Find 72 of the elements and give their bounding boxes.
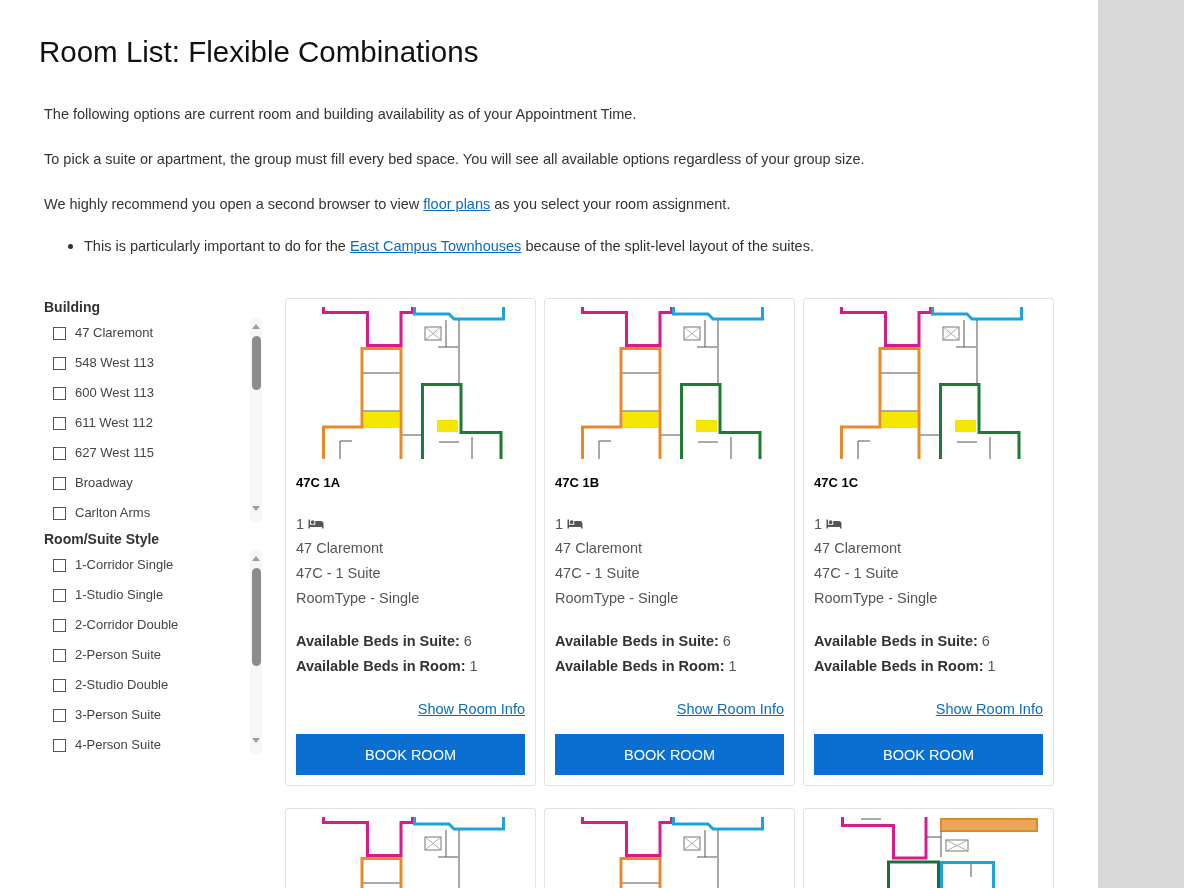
checkbox[interactable] bbox=[53, 558, 66, 572]
room-title: 47C 1B bbox=[555, 474, 600, 492]
show-room-info-link[interactable]: Show Room Info bbox=[935, 699, 1043, 719]
checkbox[interactable] bbox=[53, 708, 66, 722]
checkbox[interactable] bbox=[53, 326, 66, 340]
room-type: RoomType - Single bbox=[814, 589, 938, 608]
filter-option-label[interactable]: 4-Person Suite bbox=[75, 737, 161, 753]
building-name: 47 Claremont bbox=[296, 539, 384, 558]
filter-option-label[interactable]: 1-Studio Single bbox=[75, 587, 164, 603]
show-room-info-link[interactable]: Show Room Info bbox=[417, 699, 525, 719]
checkbox[interactable] bbox=[53, 588, 66, 602]
book-room-button[interactable]: BOOK ROOM bbox=[555, 734, 784, 775]
suite-name: 47C - 1 Suite bbox=[296, 564, 381, 583]
filter-option-label[interactable]: 47 Claremont bbox=[75, 325, 154, 341]
intro-paragraph: To pick a suite or apartment, the group must fill every bed space. You will see all available options regardless of your group size. bbox=[44, 150, 865, 169]
bullet-text: This is particularly important to do for the East Campus Townhouses because of the split-level layout of the suites. bbox=[84, 237, 814, 256]
checkbox[interactable] bbox=[53, 678, 66, 692]
book-room-button[interactable]: BOOK ROOM bbox=[814, 734, 1043, 775]
checkbox[interactable] bbox=[53, 416, 66, 430]
checkbox[interactable] bbox=[53, 648, 66, 662]
filter-option-label[interactable]: 611 West 112 bbox=[75, 415, 154, 431]
room-title: 47C 1A bbox=[296, 474, 341, 492]
scrollbar-track[interactable] bbox=[250, 318, 262, 522]
suite-name: 47C - 1 Suite bbox=[814, 564, 899, 583]
room-title: 47C 1C bbox=[814, 474, 859, 492]
bed-icon bbox=[308, 517, 325, 530]
filter-heading: Building bbox=[44, 298, 100, 316]
checkbox[interactable] bbox=[53, 446, 66, 460]
filter-option-label[interactable]: 1-Corridor Single bbox=[75, 557, 174, 573]
filter-option-label[interactable]: 3-Person Suite bbox=[75, 707, 161, 723]
available-beds-text: Available Beds in Room: 1 bbox=[814, 657, 996, 676]
building-name: 47 Claremont bbox=[814, 539, 902, 558]
checkbox[interactable] bbox=[53, 738, 66, 752]
page-title: Room List: Flexible Combinations bbox=[39, 34, 479, 70]
available-beds-text: Available Beds in Suite: 6 bbox=[296, 632, 472, 651]
checkbox[interactable] bbox=[53, 386, 66, 400]
bed-count: 1 bbox=[814, 514, 823, 534]
book-room-button[interactable]: BOOK ROOM bbox=[296, 734, 525, 775]
bed-count: 1 bbox=[296, 514, 305, 534]
checkbox[interactable] bbox=[53, 476, 66, 490]
filter-option-label[interactable]: 627 West 115 bbox=[75, 445, 154, 461]
filter-option-label[interactable]: 2-Studio Double bbox=[75, 677, 169, 693]
show-room-info-link[interactable]: Show Room Info bbox=[676, 699, 784, 719]
inline-link[interactable]: floor plans bbox=[423, 196, 491, 212]
filter-option-label[interactable]: 2-Corridor Double bbox=[75, 617, 179, 633]
filter-option-label[interactable]: 548 West 113 bbox=[75, 355, 154, 371]
bed-icon bbox=[826, 517, 843, 530]
building-name: 47 Claremont bbox=[555, 539, 643, 558]
scrollbar-thumb[interactable] bbox=[251, 568, 261, 666]
bed-count: 1 bbox=[555, 514, 564, 534]
filter-option-label[interactable]: 600 West 113 bbox=[75, 385, 154, 401]
intro-paragraph: We highly recommend you open a second browser to view floor plans as you select your room assignment. bbox=[44, 195, 731, 214]
scrollbar-track[interactable] bbox=[250, 550, 262, 754]
suite-name: 47C - 1 Suite bbox=[555, 564, 640, 583]
available-beds-text: Available Beds in Suite: 6 bbox=[555, 632, 731, 651]
checkbox[interactable] bbox=[53, 618, 66, 632]
bed-icon bbox=[567, 517, 584, 530]
available-beds-text: Available Beds in Room: 1 bbox=[555, 657, 737, 676]
room-type: RoomType - Single bbox=[296, 589, 420, 608]
filter-option-label[interactable]: Broadway bbox=[75, 475, 133, 491]
inline-link[interactable]: East Campus Townhouses bbox=[349, 238, 522, 254]
filter-option-label[interactable]: Carlton Arms bbox=[75, 505, 151, 521]
bullet-icon bbox=[68, 243, 73, 249]
room-type: RoomType - Single bbox=[555, 589, 679, 608]
filter-heading: Room/Suite Style bbox=[44, 530, 160, 548]
filter-option-label[interactable]: 2-Person Suite bbox=[75, 647, 161, 663]
available-beds-text: Available Beds in Room: 1 bbox=[296, 657, 478, 676]
scrollbar-thumb[interactable] bbox=[251, 336, 261, 390]
available-beds-text: Available Beds in Suite: 6 bbox=[814, 632, 990, 651]
checkbox[interactable] bbox=[53, 356, 66, 370]
intro-paragraph: The following options are current room and building availability as of your Appointment Time. bbox=[44, 105, 637, 124]
checkbox[interactable] bbox=[53, 506, 66, 520]
